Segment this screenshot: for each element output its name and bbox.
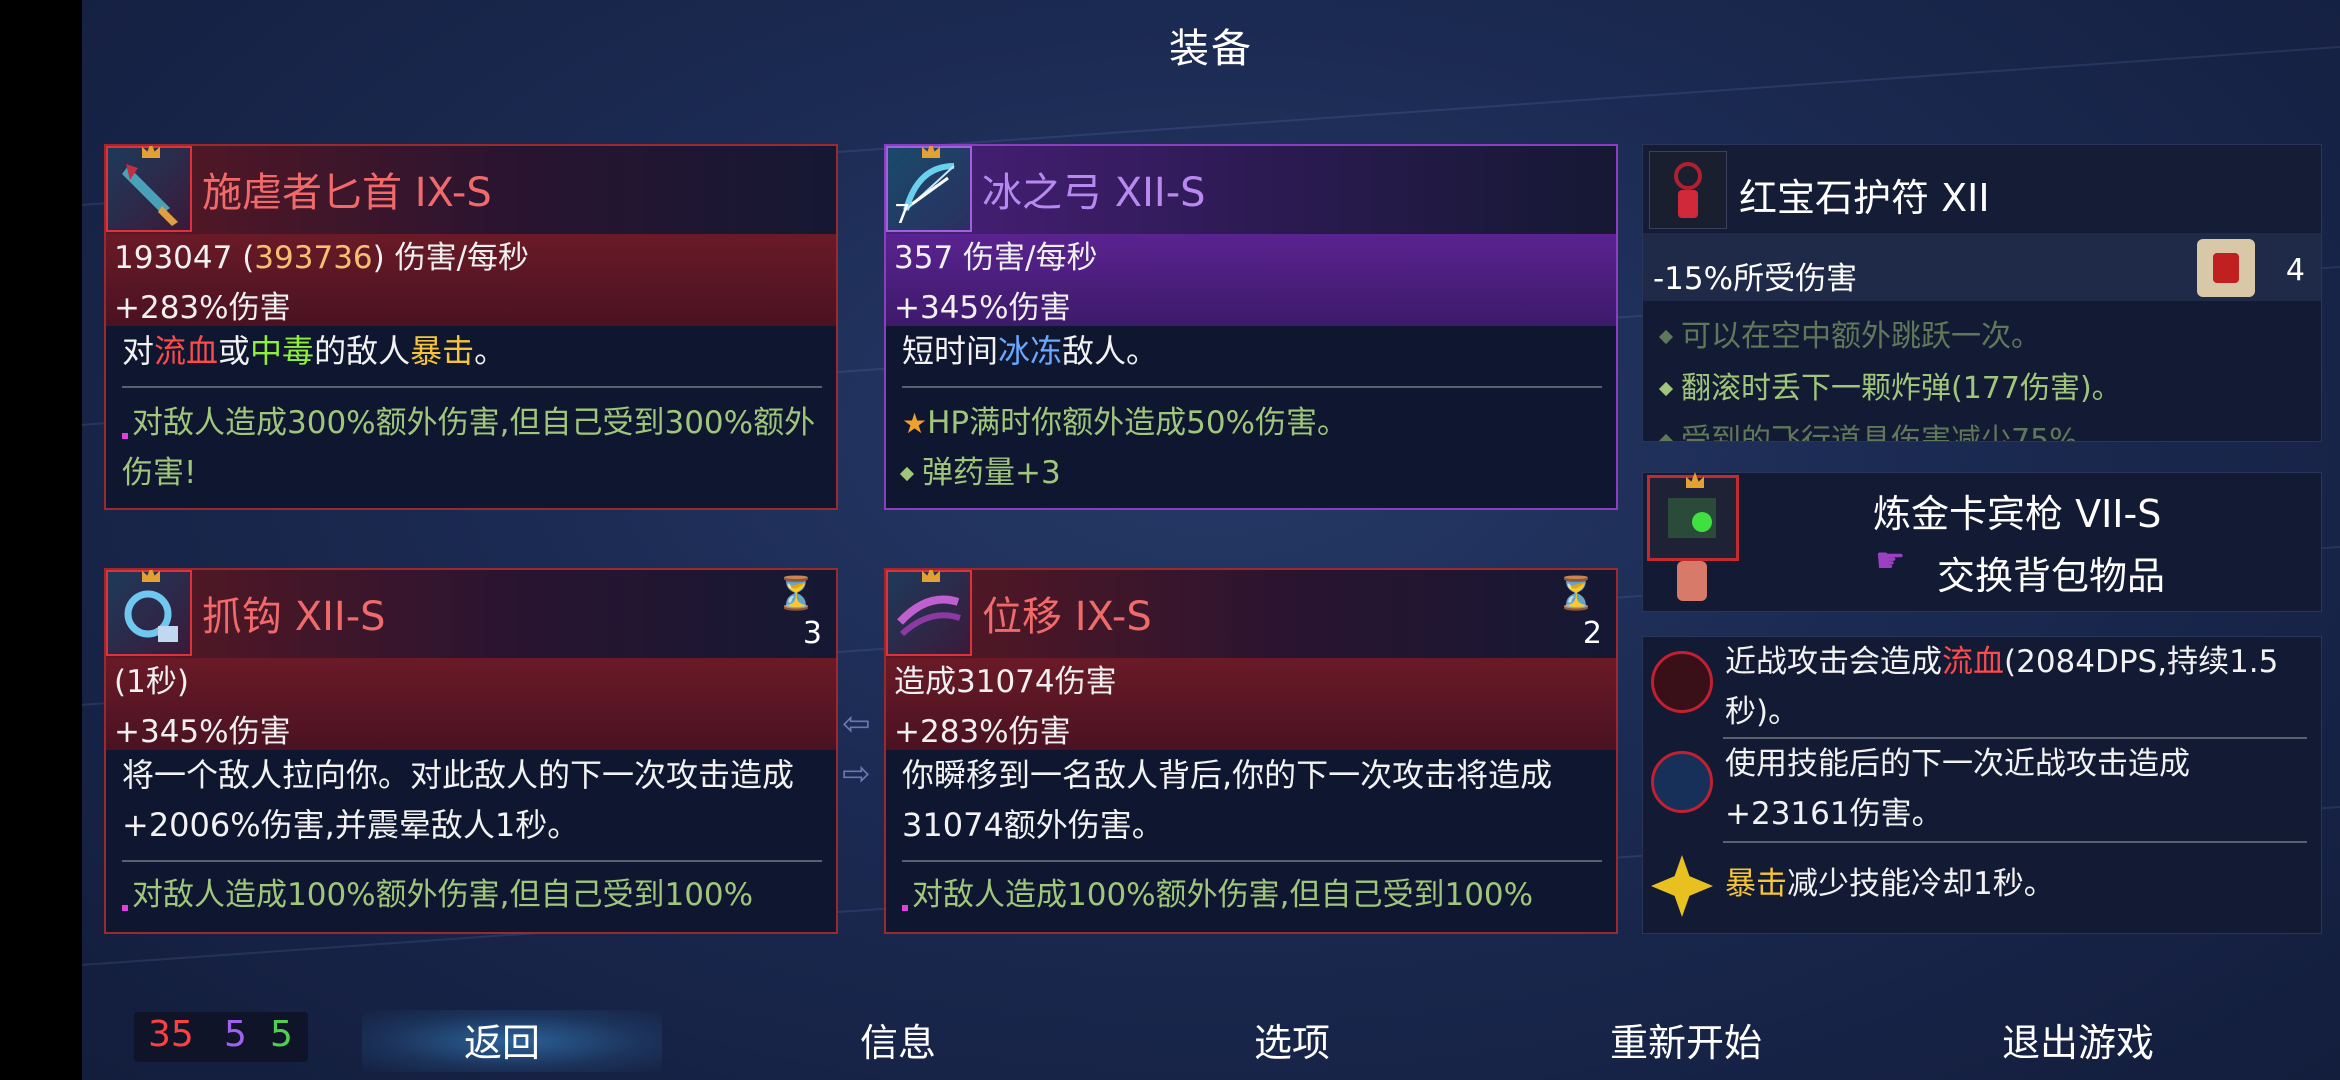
damage-bonus: +283%伤害 [114,290,291,326]
curse-affix: 对敌人造成100%额外伤害,但自己受到100% [902,870,1606,920]
backpack-panel[interactable]: 炼金卡宾枪 VII-S ☛ 交换背包物品 [1642,472,2322,612]
skill-description: 将一个敌人拉向你。对此敌人的下一次攻击造成+2006%伤害,并震晕敌人1秒。 [122,756,795,844]
item-level: 7 [894,200,911,230]
weapon-description: 短时间冰冻敌人。 [902,332,1159,370]
amulet-name: 红宝石护符 XII [1739,176,1990,220]
affix-dot-icon [122,905,128,911]
diamond-bullet-icon [1658,329,1674,345]
weapon-card-ice-bow[interactable]: 7 冰之弓 XII-S 357 伤害/每秒 +345%伤害 短时间冰冻敌人。 ★… [884,144,1618,510]
damage-bonus: +345%伤害 [894,290,1071,326]
menu-options[interactable]: 选项 [1254,1012,1330,1067]
menu-info[interactable]: 信息 [860,1012,936,1067]
hourglass-icon: ⏳ [1556,574,1596,612]
cooldown-value: 2 [1582,616,1602,651]
curse-affix: 对敌人造成100%额外伤害,但自己受到100% [122,870,826,920]
curse-affix: 对敌人造成300%额外伤害,但自己受到300%额外伤害! [122,405,816,491]
hook-icon [106,570,192,656]
weapon-name: 施虐者匕首 IX-S [202,170,492,216]
skill-description: 你瞬移到一名敌人背后,你的下一次攻击将造成31074额外伤害。 [902,756,1553,844]
scroll-count: 4 [2285,253,2305,288]
skill-card-phase[interactable]: 位移 IX-S ⏳ 2 造成31074伤害 +283%伤害 你瞬移到一名敌人背后… [884,568,1618,934]
scroll-counter: 35 5 5 [134,1012,308,1062]
page-title: 装备 [1169,26,1253,72]
affix: 弹药量+3 [899,448,1606,498]
carbine-icon [1647,472,1739,561]
divider [902,386,1602,388]
duration-line: (1秒) [114,664,189,700]
phase-icon [886,570,972,656]
star-icon: ★ [902,407,928,440]
dps-line: 193047 (393736) 伤害/每秒 [114,240,530,276]
menu-restart[interactable]: 重新开始 [1610,1012,1762,1067]
affix-dot-icon [902,905,908,911]
mutation-text: 近战攻击会造成流血(2084DPS,持续1.5秒)。 [1725,644,2279,730]
dagger-icon [106,146,192,232]
crit-mutation-icon [1651,855,1713,917]
swap-left-arrow-icon[interactable]: ⇦ [842,707,878,741]
scroll-icon [2197,239,2255,297]
diamond-bullet-icon [1658,433,1674,441]
mutations-panel: 近战攻击会造成流血(2084DPS,持续1.5秒)。 使用技能后的下一次近战攻击… [1642,636,2322,934]
damage-bonus: +345%伤害 [114,714,291,750]
skill-mutation-icon [1651,751,1713,813]
weapon-card-dagger[interactable]: 施虐者匕首 IX-S 193047 (393736) 伤害/每秒 +283%伤害… [104,144,838,510]
amulet-affix: 翻滚时丢下一颗炸弹(177伤害)。 [1658,363,2122,407]
backpack-icon [1677,561,1707,601]
skill-name: 位移 IX-S [982,594,1152,640]
swap-backpack-action[interactable]: 交换背包物品 [1937,545,2165,600]
bow-icon: 7 [886,146,972,232]
weapon-description: 对流血或中毒的敌人暴击。 [122,332,507,370]
menu-quit-game[interactable]: 退出游戏 [2002,1012,2154,1067]
divider [122,386,822,388]
diamond-bullet-icon [899,466,915,482]
skill-card-hook[interactable]: 抓钩 XII-S ⏳ 3 (1秒) +345%伤害 将一个敌人拉向你。对此敌人的… [104,568,838,934]
amulet-affix: 可以在空中额外跳跃一次。 [1658,311,2041,355]
swap-hand-icon: ☛ [1875,541,1906,581]
damage-line: 造成31074伤害 [894,664,1117,700]
swap-right-arrow-icon[interactable]: ⇨ [842,757,878,791]
mutation-text: 暴击减少技能冷却1秒。 [1725,866,2055,902]
divider [902,860,1602,862]
legendary-affix: ★HP满时你额外造成50%伤害。 [902,405,1349,441]
amulet-panel[interactable]: 红宝石护符 XII -15%所受伤害 4 可以在空中额外跳跃一次。 翻滚时丢下一… [1642,144,2322,442]
hourglass-icon: ⏳ [776,574,816,612]
dps-line: 357 伤害/每秒 [894,240,1098,276]
affix-dot-icon [122,433,128,439]
amulet-stat: -15%所受伤害 [1653,261,1858,297]
menu-back[interactable]: 返回 [464,1012,540,1067]
amulet-affix: 受到的飞行道具伤害减少75% [1658,415,2078,441]
damage-bonus: +283%伤害 [894,714,1071,750]
bleed-mutation-icon [1651,651,1713,713]
mutation-text: 使用技能后的下一次近战攻击造成+23161伤害。 [1725,746,2190,832]
divider [1723,841,2307,843]
diamond-bullet-icon [1658,381,1674,397]
backpack-item-name: 炼金卡宾枪 VII-S [1873,492,2162,536]
weapon-name: 冰之弓 XII-S [982,170,1206,216]
divider [122,860,822,862]
game-screen: 装备 施虐者匕首 IX-S 193047 (393736) 伤害/每秒 +283… [82,0,2340,1080]
cooldown-value: 3 [802,616,822,651]
amulet-icon [1649,151,1727,229]
crown-icon [1686,472,1704,488]
skill-name: 抓钩 XII-S [202,594,386,640]
